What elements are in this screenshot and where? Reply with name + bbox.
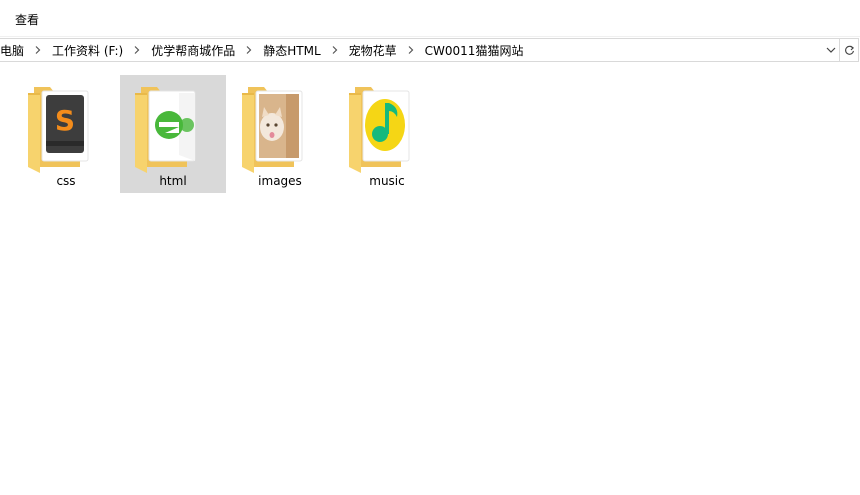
qq-music-icon xyxy=(349,87,410,173)
chevron-right-icon[interactable] xyxy=(238,46,260,54)
breadcrumb-item-static-html[interactable]: 静态HTML xyxy=(260,42,323,59)
folder-item-music[interactable]: music xyxy=(334,75,440,193)
refresh-icon[interactable] xyxy=(839,39,858,61)
item-label: images xyxy=(258,174,302,188)
breadcrumb-item-pc[interactable]: 电脑 xyxy=(0,42,27,59)
chevron-right-icon[interactable] xyxy=(324,46,346,54)
breadcrumb-item-drive[interactable]: 工作资料 (F:) xyxy=(49,42,126,59)
browser-e-icon xyxy=(135,87,196,173)
breadcrumb-item-works[interactable]: 优学帮商城作品 xyxy=(148,42,238,59)
breadcrumb: 电脑 工作资料 (F:) 优学帮商城作品 静态HTML 宠物花草 CW0011猫… xyxy=(0,39,526,61)
cat-photo-icon xyxy=(242,87,303,173)
svg-text:S: S xyxy=(55,104,75,137)
folder-item-css[interactable]: S css xyxy=(13,75,119,193)
breadcrumb-item-current[interactable]: CW0011猫猫网站 xyxy=(422,42,527,59)
folder-item-images[interactable]: images xyxy=(227,75,333,193)
address-bar[interactable]: 电脑 工作资料 (F:) 优学帮商城作品 静态HTML 宠物花草 CW0011猫… xyxy=(0,38,859,62)
chevron-right-icon[interactable] xyxy=(126,46,148,54)
file-list: S css html images music xyxy=(0,61,860,495)
breadcrumb-item-pets[interactable]: 宠物花草 xyxy=(346,42,400,59)
chevron-right-icon[interactable] xyxy=(400,46,422,54)
sublime-text-icon: S xyxy=(28,87,89,173)
folder-item-html[interactable]: html xyxy=(120,75,226,193)
chevron-right-icon[interactable] xyxy=(27,46,49,54)
ribbon-bar: 查看 xyxy=(0,0,860,37)
chevron-down-icon[interactable] xyxy=(823,39,839,61)
item-label: music xyxy=(369,174,405,188)
item-label: html xyxy=(159,174,187,188)
tab-view[interactable]: 查看 xyxy=(15,11,39,28)
item-label: css xyxy=(56,174,76,188)
